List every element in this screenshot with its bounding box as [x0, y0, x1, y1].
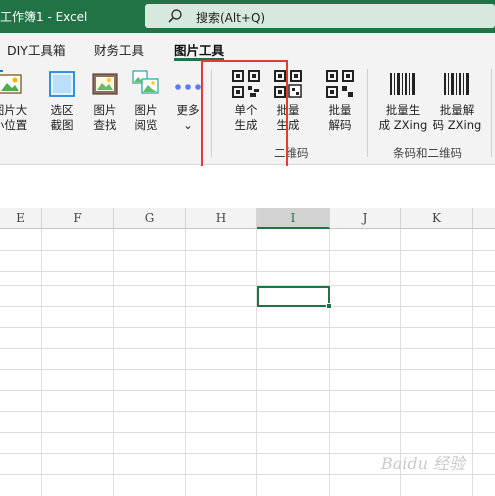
formula-bar-area — [0, 166, 495, 208]
ribbon-tabs: DIY工具箱 财务工具 图片工具 — [0, 33, 495, 61]
picture-view-label-1: 图片 — [134, 103, 158, 117]
title-bar: 工作簿1 - Excel 搜索(Alt+Q) — [0, 0, 495, 33]
selection-screenshot-button[interactable]: 选区 截图 — [45, 69, 79, 133]
picture-find-label-2: 查找 — [93, 118, 117, 132]
grid-line — [472, 229, 473, 496]
tab-picture-tools[interactable]: 图片工具 — [174, 40, 224, 59]
grid-line — [0, 250, 495, 251]
batch-generate-zxing-label-2: 成 ZXing — [378, 118, 428, 132]
column-header-l[interactable] — [473, 208, 495, 229]
barcode-icon — [390, 73, 415, 95]
grid-line — [113, 229, 114, 496]
batch-decode-zxing-button[interactable]: 批量解 码 ZXing — [430, 69, 484, 133]
watermark: Baidu 经验 — [380, 454, 465, 473]
batch-generate-zxing-label-1: 批量生 — [385, 103, 421, 117]
batch-decode-label-1: 批量 — [328, 103, 352, 117]
window-title: 工作簿1 - Excel — [0, 10, 88, 24]
grid-line — [0, 285, 495, 286]
group-label-barcode-qrcode: 条码和二维码 — [393, 146, 462, 160]
grid-line — [0, 369, 495, 370]
selection-screenshot-label-1: 选区 — [50, 103, 74, 117]
column-header-k[interactable]: K — [401, 208, 473, 229]
picture-resize-icon — [0, 70, 22, 94]
more-label: 更多 — [176, 103, 200, 117]
barcode-decode-icon — [444, 73, 469, 95]
grid-line — [185, 229, 186, 496]
column-header-j[interactable]: J — [330, 208, 401, 229]
picture-find-button[interactable]: 图片 查找 — [88, 69, 122, 133]
more-dots-icon — [175, 84, 201, 90]
tab-diy-toolbox[interactable]: DIY工具箱 — [7, 40, 65, 59]
picture-find-icon — [92, 73, 118, 95]
highlight-box — [201, 60, 288, 170]
grid-line — [0, 348, 495, 349]
search-icon — [168, 9, 182, 23]
tab-finance-tools[interactable]: 财务工具 — [94, 40, 144, 59]
grid-line — [0, 432, 495, 433]
batch-decode-button[interactable]: 批量 解码 — [322, 69, 358, 133]
batch-decode-label-2: 解码 — [328, 118, 352, 132]
ribbon-separator — [367, 69, 368, 157]
picture-size-position-label-2: 小位置 — [0, 118, 28, 132]
picture-size-position-button[interactable]: 图片大 小位置 — [0, 69, 32, 133]
qrcode-decode-icon — [326, 70, 354, 98]
picture-view-icon — [132, 70, 159, 94]
grid-line — [0, 306, 495, 307]
grid-line — [0, 327, 495, 328]
grid-line — [329, 229, 330, 496]
screenshot-icon — [49, 71, 75, 97]
active-cell[interactable] — [257, 286, 332, 309]
batch-decode-zxing-label-2: 码 ZXing — [432, 118, 482, 132]
grid-line — [256, 229, 257, 496]
grid-line — [0, 474, 495, 475]
batch-decode-zxing-label-1: 批量解 — [439, 103, 475, 117]
column-header-f[interactable]: F — [42, 208, 114, 229]
grid-line — [41, 229, 42, 496]
column-header-i[interactable]: I — [257, 208, 330, 229]
batch-generate-zxing-button[interactable]: 批量生 成 ZXing — [376, 69, 430, 133]
picture-view-button[interactable]: 图片 阅览 — [129, 69, 163, 133]
grid-line — [0, 271, 495, 272]
ribbon-separator — [491, 69, 492, 157]
grid-line — [0, 390, 495, 391]
search-placeholder: 搜索(Alt+Q) — [196, 11, 266, 25]
picture-view-label-2: 阅览 — [134, 118, 158, 132]
search-box[interactable]: 搜索(Alt+Q) — [145, 4, 495, 28]
fill-handle[interactable] — [326, 303, 332, 309]
column-header-e[interactable]: E — [0, 208, 42, 229]
chevron-down-icon: ⌄ — [183, 118, 193, 132]
column-header-g[interactable]: G — [114, 208, 186, 229]
selection-screenshot-label-2: 截图 — [50, 118, 74, 132]
grid-line — [0, 411, 495, 412]
picture-size-position-label-1: 图片大 — [0, 103, 28, 117]
picture-find-label-1: 图片 — [93, 103, 117, 117]
column-header-h[interactable]: H — [186, 208, 257, 229]
more-button[interactable]: 更多 ⌄ — [171, 69, 205, 133]
